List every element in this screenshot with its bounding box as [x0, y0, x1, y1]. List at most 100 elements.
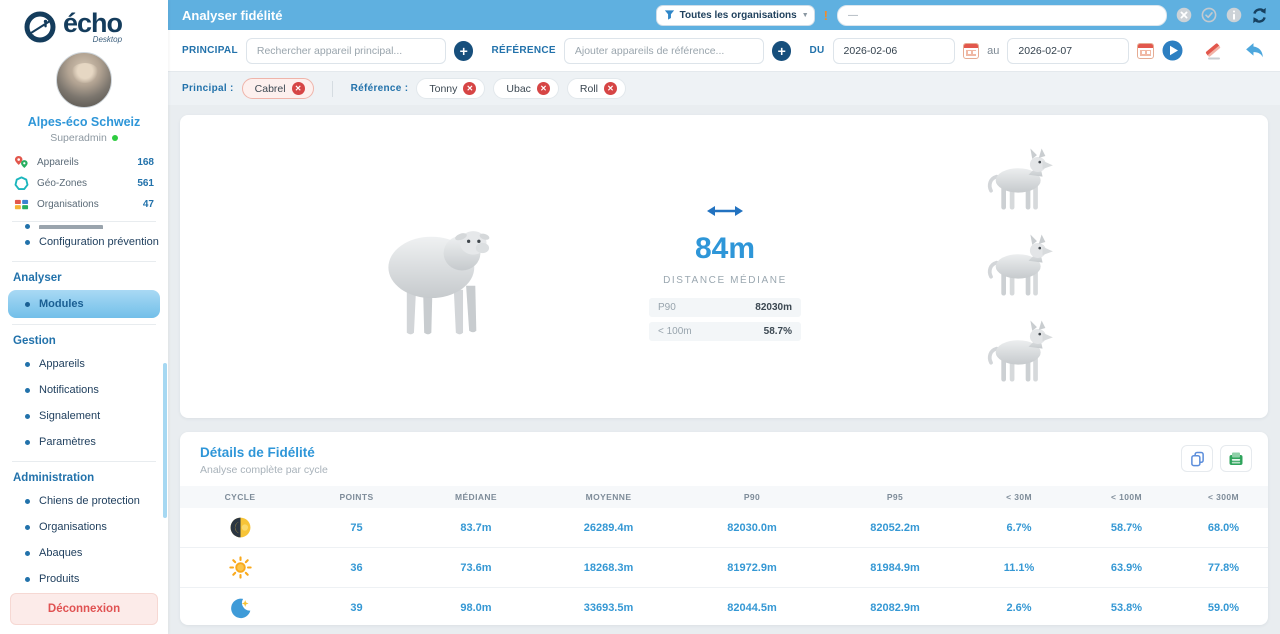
- date-to-label: au: [987, 45, 999, 57]
- copy-button[interactable]: [1181, 445, 1213, 472]
- sidebar-item-organisations[interactable]: Organisations: [0, 514, 168, 540]
- details-title: Détails de Fidélité: [200, 445, 328, 460]
- undo-button[interactable]: [1244, 42, 1264, 59]
- global-search-input[interactable]: [837, 5, 1167, 26]
- info-button[interactable]: [1226, 7, 1242, 23]
- remove-chip-icon[interactable]: ✕: [537, 82, 550, 95]
- chip-reference[interactable]: Roll ✕: [567, 78, 626, 99]
- sidebar: écho Desktop Alpes-éco Schweiz Superadmi…: [0, 0, 168, 634]
- reference-search-input[interactable]: [564, 38, 764, 64]
- col-moyenne[interactable]: MOYENNE: [539, 492, 678, 502]
- col-lt300m[interactable]: < 300M: [1179, 492, 1268, 502]
- date-from-input[interactable]: [833, 38, 955, 64]
- details-subtitle: Analyse complète par cycle: [200, 464, 328, 476]
- sidebar-item-appareils[interactable]: Appareils: [0, 351, 168, 377]
- bullet-dot: [25, 302, 30, 307]
- reference-dogs-group: [980, 141, 1062, 388]
- sidebar-item-modules[interactable]: Modules: [8, 290, 160, 318]
- check-circle-icon: [1201, 7, 1217, 23]
- chip-principal[interactable]: Cabrel ✕: [242, 78, 314, 99]
- table-header: CYCLE POINTS MÉDIANE MOYENNE P90 P95 < 3…: [180, 486, 1268, 508]
- export-button[interactable]: [1220, 445, 1252, 472]
- cell-points: 39: [300, 602, 413, 614]
- play-icon: [1162, 40, 1183, 61]
- sidebar-item-parametres[interactable]: Paramètres: [0, 429, 168, 455]
- warning-icon: !: [824, 8, 828, 23]
- cell-lt300m: 59.0%: [1179, 602, 1268, 614]
- col-mediane[interactable]: MÉDIANE: [413, 492, 539, 502]
- brand-sub: Desktop: [63, 35, 122, 44]
- sidebar-item-chiens-de-protection[interactable]: Chiens de protection: [0, 488, 168, 514]
- add-principal-button[interactable]: +: [454, 41, 473, 61]
- stat-value: 47: [143, 199, 154, 210]
- bullet-dot: [25, 224, 30, 229]
- summary-stat-p90: P90 82030m: [649, 298, 801, 317]
- dog-3d-model: [980, 313, 1062, 388]
- sidebar-item-signalement[interactable]: Signalement: [0, 403, 168, 429]
- chip-reference[interactable]: Ubac ✕: [493, 78, 559, 99]
- col-p95[interactable]: P95: [826, 492, 964, 502]
- remove-chip-icon[interactable]: ✕: [604, 82, 617, 95]
- sun-icon: [229, 556, 252, 579]
- calendar-icon[interactable]: [963, 43, 980, 59]
- sidebar-item-abaques[interactable]: Abaques: [0, 540, 168, 566]
- bullet-dot: [25, 499, 30, 504]
- bullet-dot: [25, 577, 30, 582]
- stat-appareils[interactable]: Appareils 168: [12, 152, 156, 173]
- col-lt100m[interactable]: < 100M: [1074, 492, 1179, 502]
- cell-points: 36: [300, 562, 413, 574]
- export-excel-icon: [1228, 451, 1244, 467]
- geozone-polygon-icon: [14, 176, 29, 191]
- undo-arrow-icon: [1244, 42, 1264, 59]
- calendar-icon[interactable]: [1137, 43, 1154, 59]
- run-analysis-button[interactable]: [1162, 40, 1183, 61]
- col-p90[interactable]: P90: [678, 492, 826, 502]
- organisation-select[interactable]: Toutes les organisations ▼: [656, 5, 815, 26]
- moon-icon: [229, 597, 252, 620]
- sidebar-item-clipped[interactable]: [0, 222, 168, 229]
- user-avatar[interactable]: [56, 52, 112, 108]
- chip-reference[interactable]: Tonny ✕: [416, 78, 485, 99]
- add-reference-button[interactable]: +: [772, 41, 791, 61]
- divider: [332, 81, 333, 97]
- date-to-input[interactable]: [1007, 38, 1129, 64]
- fidelity-details-card: Détails de Fidélité Analyse complète par…: [180, 432, 1268, 625]
- validate-button[interactable]: [1201, 7, 1217, 23]
- sidebar-item-configuration-prevention[interactable]: Configuration prévention: [0, 229, 168, 255]
- logout-button[interactable]: Déconnexion: [10, 593, 158, 625]
- sidebar-item-notifications[interactable]: Notifications: [0, 377, 168, 403]
- cell-lt30m: 6.7%: [964, 522, 1074, 534]
- cell-lt300m: 77.8%: [1179, 562, 1268, 574]
- stat-value: 168: [137, 157, 154, 168]
- chevron-down-icon: ▼: [802, 12, 809, 19]
- chips-reference-label: Référence :: [351, 83, 409, 94]
- clear-filters-button[interactable]: [1203, 41, 1224, 61]
- sidebar-item-produits[interactable]: Produits: [0, 566, 168, 592]
- principal-search-input[interactable]: [246, 38, 446, 64]
- sidebar-scrollbar[interactable]: [163, 363, 167, 518]
- sheep-3d-model: [370, 195, 508, 350]
- bullet-dot: [25, 551, 30, 556]
- remove-chip-icon[interactable]: ✕: [292, 82, 305, 95]
- table-row[interactable]: 39 98.0m 33693.5m 82044.5m 82082.9m 2.6%…: [180, 588, 1268, 628]
- remove-chip-icon[interactable]: ✕: [463, 82, 476, 95]
- median-distance-label: DISTANCE MÉDIANE: [630, 275, 820, 286]
- refresh-button[interactable]: [1251, 7, 1268, 24]
- stat-organisations[interactable]: Organisations 47: [12, 194, 156, 215]
- col-lt30m[interactable]: < 30M: [964, 492, 1074, 502]
- table-row[interactable]: 36 73.6m 18268.3m 81972.9m 81984.9m 11.1…: [180, 548, 1268, 588]
- cell-points: 75: [300, 522, 413, 534]
- app-logo: écho Desktop: [0, 0, 168, 47]
- dog-3d-model: [980, 227, 1062, 302]
- col-points[interactable]: POINTS: [300, 492, 413, 502]
- col-cycle[interactable]: CYCLE: [180, 492, 300, 502]
- bullet-dot: [25, 525, 30, 530]
- stat-value: 561: [137, 178, 154, 189]
- cell-lt100m: 63.9%: [1074, 562, 1179, 574]
- clear-button[interactable]: [1176, 7, 1192, 23]
- bullet-dot: [25, 362, 30, 367]
- stat-geozones[interactable]: Géo-Zones 561: [12, 173, 156, 194]
- table-row[interactable]: 75 83.7m 26289.4m 82030.0m 82052.2m 6.7%…: [180, 508, 1268, 548]
- echo-logo-icon: [22, 9, 58, 45]
- cell-p90: 82044.5m: [678, 602, 826, 614]
